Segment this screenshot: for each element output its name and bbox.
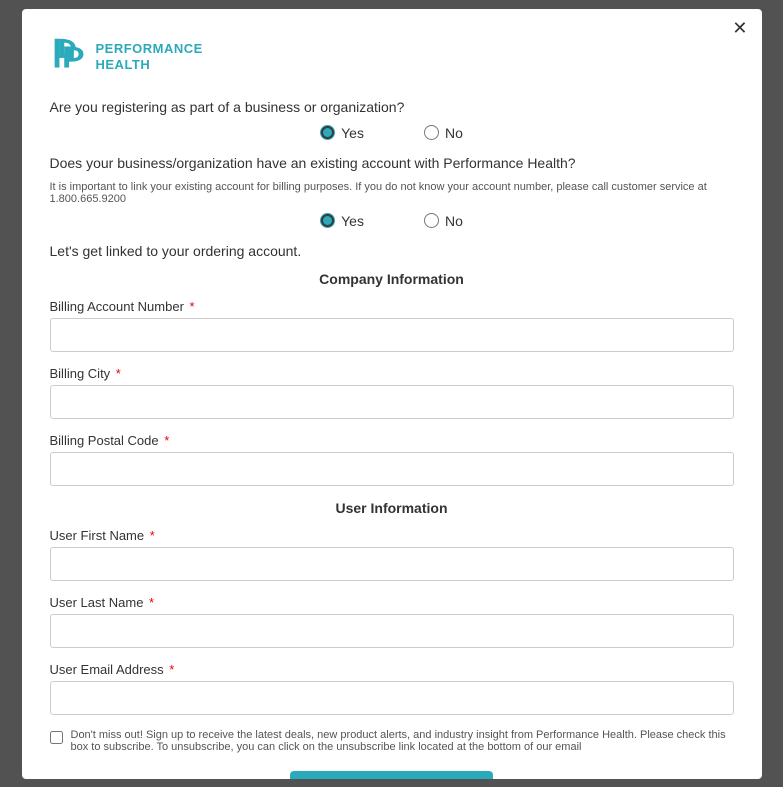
- company-section-heading: Company Information: [50, 271, 734, 287]
- billing-account-number-label: Billing Account Number *: [50, 299, 734, 314]
- question1-yes-option[interactable]: Yes: [320, 125, 364, 141]
- question1-yes-radio[interactable]: [320, 125, 335, 140]
- question1-no-radio[interactable]: [424, 125, 439, 140]
- user-first-name-label: User First Name *: [50, 528, 734, 543]
- question1-text: Are you registering as part of a busines…: [50, 99, 734, 115]
- question1-no-option[interactable]: No: [424, 125, 463, 141]
- subscribe-checkbox-group: Don't miss out! Sign up to receive the l…: [50, 729, 734, 753]
- billing-postal-code-label: Billing Postal Code *: [50, 433, 734, 448]
- logo-text: PERFORMANCE HEALTH: [96, 41, 203, 72]
- registration-modal: ✕ PERFORMANCE HEALTH Are you registering…: [22, 9, 762, 779]
- subscribe-text: Don't miss out! Sign up to receive the l…: [71, 729, 734, 753]
- user-last-name-input[interactable]: [50, 614, 734, 648]
- verify-button[interactable]: Verify: [290, 771, 494, 779]
- billing-account-number-field: Billing Account Number *: [50, 299, 734, 352]
- question2-yes-radio[interactable]: [320, 213, 335, 228]
- logo-area: PERFORMANCE HEALTH: [50, 33, 734, 81]
- user-email-address-label: User Email Address *: [50, 662, 734, 677]
- linked-text: Let's get linked to your ordering accoun…: [50, 243, 734, 259]
- user-section-heading: User Information: [50, 500, 734, 516]
- user-first-name-input[interactable]: [50, 547, 734, 581]
- user-last-name-field: User Last Name *: [50, 595, 734, 648]
- user-last-name-label: User Last Name *: [50, 595, 734, 610]
- billing-city-label: Billing City *: [50, 366, 734, 381]
- billing-postal-code-input[interactable]: [50, 452, 734, 486]
- question2-radio-group: Yes No: [50, 213, 734, 229]
- user-first-name-field: User First Name *: [50, 528, 734, 581]
- billing-city-field: Billing City *: [50, 366, 734, 419]
- billing-city-input[interactable]: [50, 385, 734, 419]
- subscribe-checkbox[interactable]: [50, 731, 63, 744]
- question2-text: Does your business/organization have an …: [50, 155, 734, 171]
- user-email-address-input[interactable]: [50, 681, 734, 715]
- user-email-address-field: User Email Address *: [50, 662, 734, 715]
- logo-icon: [50, 33, 90, 81]
- question2-no-option[interactable]: No: [424, 213, 463, 229]
- question2-yes-option[interactable]: Yes: [320, 213, 364, 229]
- billing-postal-code-field: Billing Postal Code *: [50, 433, 734, 486]
- info-text: It is important to link your existing ac…: [50, 181, 734, 205]
- billing-account-number-input[interactable]: [50, 318, 734, 352]
- question2-no-radio[interactable]: [424, 213, 439, 228]
- close-button[interactable]: ✕: [732, 19, 747, 37]
- question1-radio-group: Yes No: [50, 125, 734, 141]
